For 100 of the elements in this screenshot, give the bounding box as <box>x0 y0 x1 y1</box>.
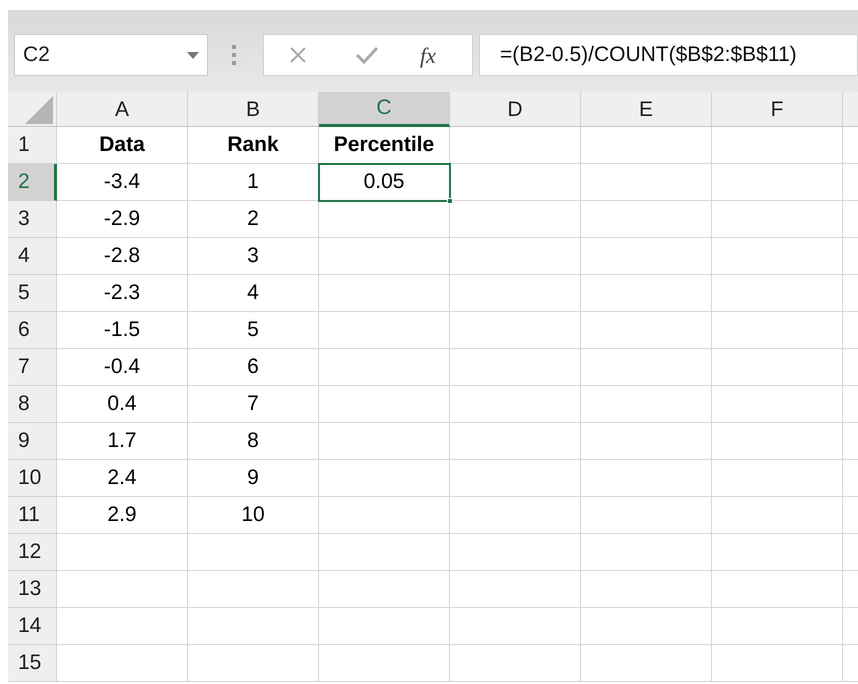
table-cell[interactable] <box>57 608 188 645</box>
table-cell[interactable]: -1.5 <box>57 312 188 349</box>
table-cell[interactable] <box>581 497 712 534</box>
row-header[interactable]: 6 <box>8 312 57 349</box>
column-header[interactable]: C <box>319 92 450 127</box>
table-cell[interactable] <box>712 164 843 201</box>
row-header[interactable]: 5 <box>8 275 57 312</box>
table-cell[interactable]: 8 <box>188 423 319 460</box>
table-cell[interactable] <box>712 349 843 386</box>
table-cell[interactable]: 5 <box>188 312 319 349</box>
name-box[interactable]: C2 <box>14 34 208 76</box>
table-cell[interactable]: 9 <box>188 460 319 497</box>
table-cell[interactable] <box>450 238 581 275</box>
table-cell[interactable]: -3.4 <box>57 164 188 201</box>
table-cell[interactable] <box>581 423 712 460</box>
table-cell[interactable] <box>319 275 450 312</box>
table-cell[interactable] <box>581 460 712 497</box>
table-cell[interactable] <box>712 497 843 534</box>
table-cell[interactable] <box>450 164 581 201</box>
table-cell[interactable] <box>319 312 450 349</box>
table-cell[interactable] <box>319 238 450 275</box>
table-cell[interactable] <box>712 460 843 497</box>
table-cell[interactable] <box>57 571 188 608</box>
table-cell[interactable] <box>581 534 712 571</box>
row-header[interactable]: 14 <box>8 608 57 645</box>
table-cell[interactable]: 3 <box>188 238 319 275</box>
table-cell[interactable] <box>581 164 712 201</box>
row-header[interactable]: 8 <box>8 386 57 423</box>
insert-function-button[interactable]: fx <box>420 38 436 72</box>
table-cell[interactable] <box>450 201 581 238</box>
table-cell[interactable] <box>712 201 843 238</box>
table-cell[interactable] <box>319 645 450 682</box>
table-cell[interactable]: 1 <box>188 164 319 201</box>
row-header[interactable]: 1 <box>8 127 57 164</box>
table-cell[interactable] <box>188 645 319 682</box>
table-cell[interactable] <box>712 127 843 164</box>
table-cell[interactable] <box>450 386 581 423</box>
table-cell[interactable]: -2.9 <box>57 201 188 238</box>
table-cell[interactable]: 0.4 <box>57 386 188 423</box>
row-header[interactable]: 12 <box>8 534 57 571</box>
table-cell[interactable] <box>57 645 188 682</box>
table-cell[interactable] <box>581 275 712 312</box>
table-cell[interactable] <box>712 312 843 349</box>
table-cell[interactable] <box>319 386 450 423</box>
table-cell[interactable] <box>581 571 712 608</box>
table-cell[interactable]: -0.4 <box>57 349 188 386</box>
table-cell[interactable] <box>581 201 712 238</box>
table-cell[interactable] <box>319 460 450 497</box>
table-cell[interactable] <box>450 645 581 682</box>
column-header[interactable]: D <box>450 92 581 127</box>
column-header[interactable]: E <box>581 92 712 127</box>
table-cell[interactable]: 7 <box>188 386 319 423</box>
table-cell[interactable] <box>319 608 450 645</box>
table-cell[interactable] <box>450 349 581 386</box>
table-cell[interactable] <box>581 312 712 349</box>
table-cell[interactable] <box>57 534 188 571</box>
table-cell[interactable] <box>450 460 581 497</box>
row-header[interactable]: 13 <box>8 571 57 608</box>
table-cell[interactable] <box>581 127 712 164</box>
table-cell[interactable]: Rank <box>188 127 319 164</box>
table-cell[interactable]: 4 <box>188 275 319 312</box>
table-cell[interactable] <box>450 534 581 571</box>
table-cell[interactable] <box>319 201 450 238</box>
table-cell[interactable] <box>188 608 319 645</box>
column-header[interactable]: F <box>712 92 843 127</box>
table-cell[interactable] <box>450 608 581 645</box>
row-header[interactable]: 2 <box>8 164 57 201</box>
table-cell[interactable] <box>581 386 712 423</box>
table-cell[interactable] <box>581 238 712 275</box>
table-cell[interactable] <box>319 423 450 460</box>
table-cell[interactable] <box>712 571 843 608</box>
table-cell[interactable]: -2.3 <box>57 275 188 312</box>
table-cell[interactable] <box>450 423 581 460</box>
row-header[interactable]: 4 <box>8 238 57 275</box>
row-header[interactable]: 10 <box>8 460 57 497</box>
table-cell[interactable] <box>581 349 712 386</box>
row-header[interactable]: 9 <box>8 423 57 460</box>
table-cell[interactable] <box>712 423 843 460</box>
table-cell[interactable]: 6 <box>188 349 319 386</box>
row-header[interactable]: 15 <box>8 645 57 682</box>
table-cell[interactable] <box>319 349 450 386</box>
table-cell[interactable] <box>319 571 450 608</box>
table-cell[interactable] <box>450 275 581 312</box>
table-cell[interactable]: -2.8 <box>57 238 188 275</box>
table-cell[interactable] <box>712 645 843 682</box>
table-cell[interactable] <box>712 608 843 645</box>
row-header[interactable]: 3 <box>8 201 57 238</box>
table-cell[interactable] <box>712 238 843 275</box>
table-cell[interactable] <box>581 608 712 645</box>
table-cell[interactable]: 2.4 <box>57 460 188 497</box>
table-cell[interactable] <box>188 571 319 608</box>
fill-handle[interactable] <box>447 198 453 204</box>
table-cell[interactable]: 0.05 <box>319 164 450 201</box>
formula-field[interactable]: =(B2-0.5)/COUNT($B$2:$B$11) <box>479 34 858 76</box>
table-cell[interactable]: 2 <box>188 201 319 238</box>
table-cell[interactable] <box>450 127 581 164</box>
table-cell[interactable] <box>319 497 450 534</box>
table-cell[interactable] <box>188 534 319 571</box>
table-cell[interactable] <box>712 275 843 312</box>
table-cell[interactable] <box>581 645 712 682</box>
